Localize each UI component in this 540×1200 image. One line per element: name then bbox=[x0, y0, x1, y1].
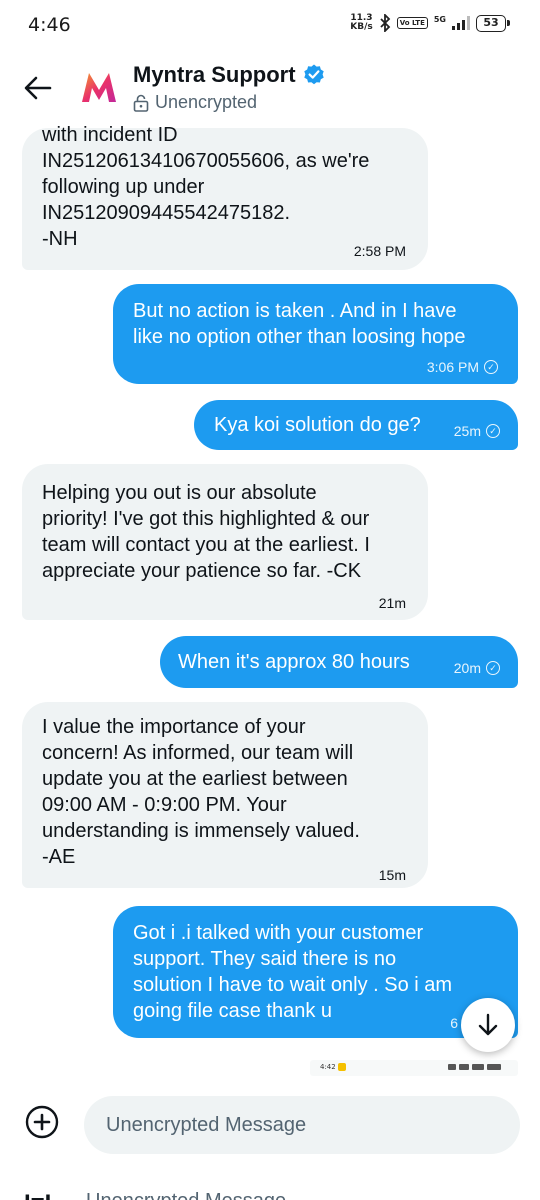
message-time: 20m ✓ bbox=[454, 655, 500, 681]
cropped-placeholder-text: Unencrypted Message bbox=[86, 1190, 286, 1200]
composer: I=I Unencrypted Message bbox=[0, 1080, 540, 1200]
notification-dot-icon bbox=[338, 1063, 346, 1071]
arrow-left-icon bbox=[24, 76, 52, 100]
message-text: Helping you out is our absolute priority… bbox=[42, 482, 370, 582]
message-text: Kya koi solution do ge? bbox=[214, 414, 421, 436]
message-sent[interactable]: Got i .i talked with your customer suppo… bbox=[113, 906, 518, 1038]
encryption-status: Unencrypted bbox=[155, 92, 258, 112]
message-text: I value the importance of your concern! … bbox=[42, 716, 360, 868]
plus-circle-icon bbox=[25, 1105, 59, 1139]
add-attachment-button[interactable] bbox=[24, 1104, 60, 1140]
volte-badge: Vo LTE bbox=[396, 17, 428, 29]
read-check-icon: ✓ bbox=[484, 360, 498, 374]
embedded-status-strip: 4:42 bbox=[310, 1060, 518, 1076]
avatar[interactable] bbox=[74, 62, 124, 112]
cropped-icon: I=I bbox=[24, 1190, 51, 1200]
network-speed: 11.3 KB/s bbox=[350, 13, 373, 32]
message-time: 3:06 PM ✓ bbox=[427, 354, 498, 380]
myntra-logo-icon bbox=[82, 73, 116, 102]
message-received[interactable]: Helping you out is our absolute priority… bbox=[22, 464, 428, 620]
back-button[interactable] bbox=[20, 70, 56, 106]
message-time: 2:58 PM bbox=[353, 243, 406, 259]
signal-icon bbox=[452, 16, 470, 30]
contact-name: Myntra Support bbox=[133, 62, 296, 87]
message-time: 21m bbox=[378, 595, 406, 611]
message-sent[interactable]: Kya koi solution do ge? 25m ✓ bbox=[194, 400, 518, 450]
message-time: 15m bbox=[378, 867, 406, 883]
message-received[interactable]: I value the importance of your concern! … bbox=[22, 702, 428, 888]
message-sent[interactable]: When it's approx 80 hours 20m ✓ bbox=[160, 636, 518, 688]
message-input[interactable] bbox=[84, 1096, 520, 1154]
read-check-icon: ✓ bbox=[486, 424, 500, 438]
arrow-down-icon bbox=[478, 1013, 498, 1036]
status-time: 4:46 bbox=[28, 14, 71, 36]
cropped-screenshot-edge: I=I Unencrypted Message bbox=[0, 1186, 540, 1200]
status-icons: 11.3 KB/s Vo LTE 5G 53 bbox=[350, 13, 510, 32]
network-type: 5G bbox=[433, 14, 446, 24]
status-bar: 4:46 11.3 KB/s Vo LTE 5G 53 bbox=[0, 0, 540, 52]
message-time: 6 bbox=[450, 1015, 458, 1031]
message-text: with incident ID IN25120613410670055606,… bbox=[42, 124, 370, 250]
message-time: 25m ✓ bbox=[454, 418, 500, 444]
message-received[interactable]: with incident ID IN25120613410670055606,… bbox=[22, 124, 428, 270]
battery-icon: 53 bbox=[476, 14, 510, 32]
message-sent[interactable]: But no action is taken . And in I have l… bbox=[113, 284, 518, 384]
header-title-block[interactable]: Myntra Support Unencrypted bbox=[133, 62, 326, 113]
message-text: When it's approx 80 hours bbox=[178, 651, 410, 673]
conversation-header: Myntra Support Unencrypted bbox=[0, 52, 540, 128]
lock-icon bbox=[133, 94, 149, 112]
message-text: But no action is taken . And in I have l… bbox=[133, 300, 466, 348]
message-text: Got i .i talked with your customer suppo… bbox=[133, 922, 453, 1022]
verified-badge-icon bbox=[303, 64, 324, 85]
scroll-to-bottom-button[interactable] bbox=[461, 998, 515, 1052]
bluetooth-icon bbox=[380, 14, 390, 32]
mini-status-time: 4:42 bbox=[320, 1063, 336, 1071]
read-check-icon: ✓ bbox=[486, 661, 500, 675]
mini-status-icons bbox=[448, 1062, 508, 1071]
